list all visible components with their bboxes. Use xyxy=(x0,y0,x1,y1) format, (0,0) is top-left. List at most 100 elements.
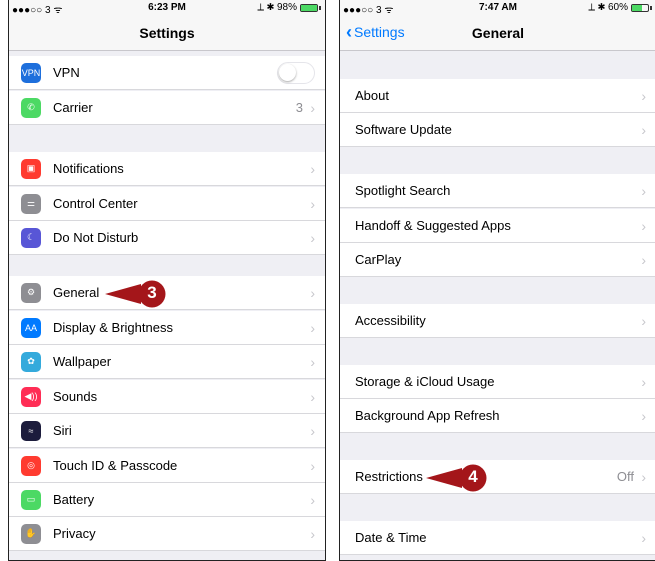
page-title: General xyxy=(471,25,525,41)
step-callout-3: 3 xyxy=(105,280,167,308)
section-separator xyxy=(9,126,325,152)
section-separator xyxy=(340,51,655,79)
row-label: Date & Time xyxy=(355,530,427,545)
row-label: Control Center xyxy=(53,196,138,211)
vpn-toggle[interactable] xyxy=(277,61,315,84)
display-icon: AA xyxy=(21,317,41,338)
step-callout-4: 4 xyxy=(426,464,488,492)
chevron-right-icon: › xyxy=(310,353,315,370)
row-value: 3 xyxy=(295,100,303,115)
general-row-storage-and-icloud-usage[interactable]: Storage & iCloud Usage › xyxy=(340,365,655,399)
chevron-right-icon: › xyxy=(641,529,646,546)
settings-screen: ●●●○○ 3 ᯤ 6:23 PM ⟂ ✱ 98% Settings VPN VP… xyxy=(8,0,326,561)
settings-row-general[interactable]: ⚙ General › xyxy=(9,276,325,310)
row-label: Storage & iCloud Usage xyxy=(355,374,495,389)
settings-row-control-center[interactable]: ⚌ Control Center › xyxy=(9,187,325,221)
chevron-right-icon: › xyxy=(310,229,315,246)
control-center-icon: ⚌ xyxy=(21,193,41,214)
wallpaper-icon: ✿ xyxy=(21,351,41,372)
row-label: Handoff & Suggested Apps xyxy=(355,218,511,233)
vpn-icon: VPN xyxy=(21,62,41,83)
row-label: Accessibility xyxy=(355,313,426,328)
battery-percent: ⟂ ✱ 60% xyxy=(588,2,628,13)
general-row-date-and-time[interactable]: Date & Time › xyxy=(340,521,655,555)
general-row-restrictions[interactable]: Restrictions Off › xyxy=(340,460,655,494)
row-label: Restrictions xyxy=(355,469,423,484)
chevron-right-icon: › xyxy=(310,457,315,474)
chevron-right-icon: › xyxy=(310,388,315,405)
phone-icon: ✆ xyxy=(21,97,41,118)
chevron-right-icon: › xyxy=(310,422,315,439)
chevron-right-icon: › xyxy=(641,407,646,424)
general-row-software-update[interactable]: Software Update › xyxy=(340,113,655,147)
section-separator xyxy=(340,147,655,174)
nav-bar: Settings xyxy=(9,15,325,51)
chevron-right-icon: › xyxy=(641,87,646,104)
section-separator xyxy=(9,256,325,276)
gear-icon: ⚙ xyxy=(21,282,41,303)
chevron-right-icon: › xyxy=(310,99,315,116)
battery-icon xyxy=(631,3,649,12)
section-separator xyxy=(340,433,655,460)
general-row-background-app-refresh[interactable]: Background App Refresh › xyxy=(340,399,655,433)
chevron-right-icon: › xyxy=(310,284,315,301)
page-title: Settings xyxy=(139,25,195,41)
toggle-knob xyxy=(279,63,296,81)
general-row-carplay[interactable]: CarPlay › xyxy=(340,243,655,277)
settings-row-sounds[interactable]: ◀)) Sounds › xyxy=(9,380,325,414)
sound-icon: ◀)) xyxy=(21,386,41,407)
chevron-right-icon: › xyxy=(310,195,315,212)
row-label: Spotlight Search xyxy=(355,183,451,198)
section-separator xyxy=(340,494,655,521)
chevron-right-icon: › xyxy=(310,319,315,336)
settings-row-touch-id-and-passcode[interactable]: ◎ Touch ID & Passcode › xyxy=(9,449,325,483)
hand-icon: ✋ xyxy=(21,523,41,544)
row-label: Software Update xyxy=(355,122,452,137)
row-label: Touch ID & Passcode xyxy=(53,458,178,473)
status-bar: ●●●○○ 3 ᯤ 6:23 PM ⟂ ✱ 98% xyxy=(9,0,325,16)
chevron-right-icon: › xyxy=(641,251,646,268)
row-label: Do Not Disturb xyxy=(53,230,139,245)
row-label: Wallpaper xyxy=(53,354,112,369)
siri-icon: ≈ xyxy=(21,420,41,441)
row-label: Privacy xyxy=(53,526,96,541)
chevron-right-icon: › xyxy=(310,525,315,542)
general-row-spotlight-search[interactable]: Spotlight Search › xyxy=(340,174,655,208)
settings-row-vpn[interactable]: VPN VPN xyxy=(9,56,325,90)
settings-row-siri[interactable]: ≈ Siri › xyxy=(9,414,325,448)
settings-row-display-and-brightness[interactable]: AA Display & Brightness › xyxy=(9,311,325,345)
battery-icon xyxy=(300,3,318,12)
chevron-right-icon: › xyxy=(641,121,646,138)
row-label: Carrier xyxy=(53,100,93,115)
settings-row-notifications[interactable]: ▣ Notifications › xyxy=(9,152,325,186)
battery-percent: ⟂ ✱ 98% xyxy=(257,2,297,13)
status-bar: ●●●○○ 3 ᯤ 7:47 AM ⟂ ✱ 60% xyxy=(340,0,655,16)
row-label: Battery xyxy=(53,492,95,507)
moon-icon: ☾ xyxy=(21,227,41,248)
settings-row-carrier[interactable]: ✆ Carrier 3 › xyxy=(9,91,325,125)
general-row-handoff-and-suggested-apps[interactable]: Handoff & Suggested Apps › xyxy=(340,209,655,243)
general-row-accessibility[interactable]: Accessibility › xyxy=(340,304,655,338)
general-row-about[interactable]: About › xyxy=(340,79,655,113)
chevron-right-icon: › xyxy=(641,312,646,329)
row-value: Off xyxy=(616,469,634,484)
chevron-right-icon: › xyxy=(310,160,315,177)
callout-number: 3 xyxy=(147,283,157,302)
section-separator xyxy=(340,277,655,304)
row-label: Background App Refresh xyxy=(355,408,500,423)
row-label: Sounds xyxy=(53,389,98,404)
row-label: Siri xyxy=(53,423,72,438)
settings-row-wallpaper[interactable]: ✿ Wallpaper › xyxy=(9,345,325,379)
settings-row-privacy[interactable]: ✋ Privacy › xyxy=(9,517,325,551)
row-label: General xyxy=(53,285,100,300)
chevron-right-icon: › xyxy=(310,491,315,508)
settings-row-battery[interactable]: ▭ Battery › xyxy=(9,483,325,517)
nav-bar: ‹ Settings General xyxy=(340,15,655,51)
row-label: Display & Brightness xyxy=(53,320,173,335)
row-label: Notifications xyxy=(53,161,124,176)
section-separator xyxy=(340,338,655,365)
chevron-right-icon: › xyxy=(641,468,646,485)
settings-row-do-not-disturb[interactable]: ☾ Do Not Disturb › xyxy=(9,221,325,255)
notifications-icon: ▣ xyxy=(21,158,41,179)
battery-icon: ▭ xyxy=(21,489,41,510)
